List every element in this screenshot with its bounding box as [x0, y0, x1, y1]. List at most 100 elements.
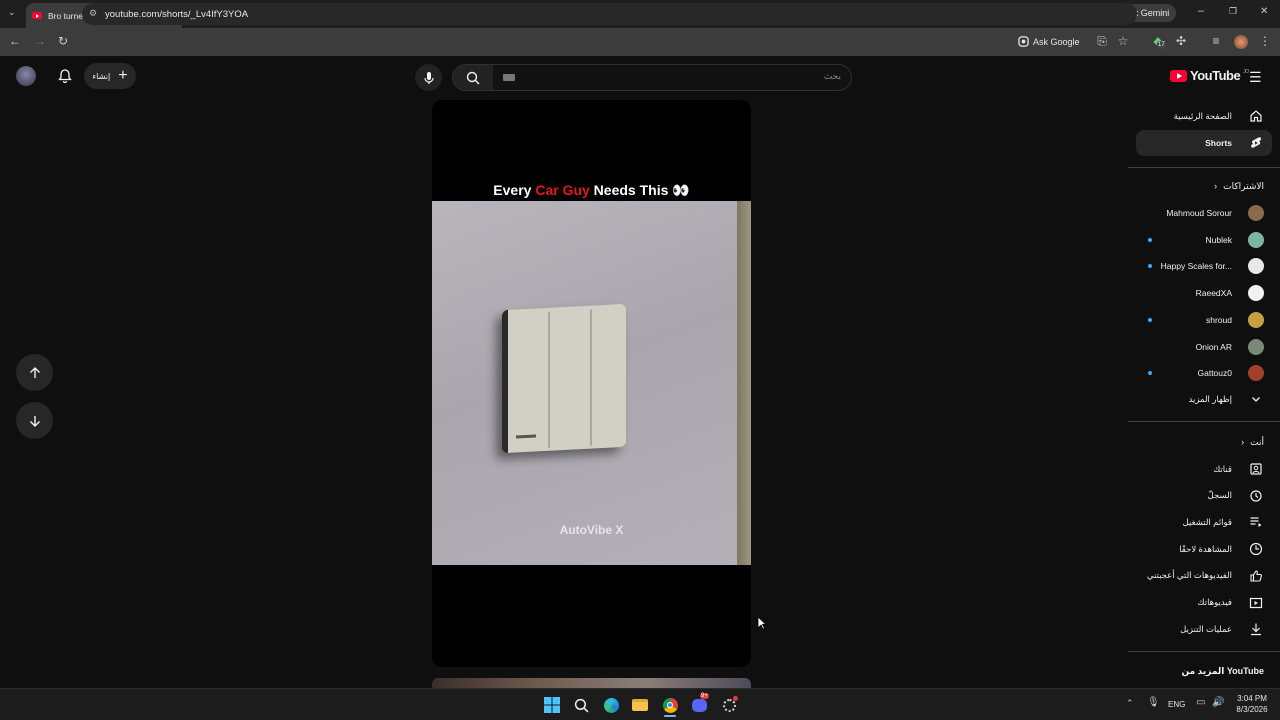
- input-language[interactable]: ENG: [1168, 700, 1185, 709]
- more-from-youtube-header: المزيد من YouTube: [1128, 661, 1280, 681]
- search-icon: [466, 71, 480, 84]
- network-icon[interactable]: ▭: [1196, 697, 1205, 708]
- clock-time: 3:04 PM: [1237, 694, 1267, 703]
- sidebar-subscription-item[interactable]: shroud: [1128, 307, 1280, 333]
- sidebar-item-your-videos[interactable]: فيديوهاتك: [1128, 590, 1280, 616]
- file-explorer-icon[interactable]: [631, 696, 649, 714]
- reading-list-icon[interactable]: ≡: [1208, 33, 1224, 49]
- notifications-bell-icon[interactable]: [57, 68, 73, 89]
- sidebar-subscription-item[interactable]: Mahmoud Sorour: [1128, 200, 1280, 226]
- sidebar-subscription-item[interactable]: RaeedXA: [1128, 280, 1280, 306]
- more-from-youtube-label: المزيد من YouTube: [1181, 665, 1264, 676]
- volume-icon[interactable]: 🔊: [1212, 697, 1224, 708]
- sidebar-item-label: السجلّ: [1207, 490, 1232, 501]
- address-bar[interactable]: ⚙ youtube.com/shorts/_Lv4IfY3YOA: [82, 3, 1137, 25]
- home-icon: [1248, 108, 1264, 124]
- sidebar-subscription-item[interactable]: Gattouz0: [1128, 360, 1280, 386]
- sidebar-item-watch-later[interactable]: المشاهدة لاحقًا: [1128, 536, 1280, 562]
- tray-microphone-icon[interactable]: 🎙: [1147, 697, 1160, 708]
- sidebar-item-your-channel[interactable]: قناتك: [1128, 456, 1280, 482]
- you-header[interactable]: › أنت: [1128, 432, 1280, 452]
- new-content-dot: [1148, 237, 1152, 242]
- new-content-dot: [1148, 264, 1152, 269]
- plus-icon: +: [118, 67, 128, 84]
- switch-divider: [548, 311, 550, 448]
- forward-icon[interactable]: →: [32, 33, 48, 49]
- sidebar-item-playlists[interactable]: قوائم التشغيل: [1128, 509, 1280, 535]
- windows-start-icon[interactable]: [543, 696, 561, 714]
- sidebar-divider: [1128, 167, 1280, 168]
- liked-videos-icon: [1248, 568, 1264, 584]
- bookmark-star-icon[interactable]: ☆: [1115, 33, 1131, 49]
- channel-avatar: [1248, 231, 1264, 248]
- downloads-icon: [1248, 621, 1264, 637]
- show-hidden-icons-chevron-icon[interactable]: ⌃: [1126, 698, 1134, 709]
- channel-avatar: [1248, 258, 1264, 275]
- sidebar-subscription-item[interactable]: Happy Scales for...: [1128, 253, 1280, 279]
- sidebar-item-history[interactable]: السجلّ: [1128, 483, 1280, 509]
- back-icon[interactable]: ←: [7, 33, 23, 49]
- sidebar-item-shorts[interactable]: Shorts: [1136, 130, 1272, 156]
- minimize-icon[interactable]: –: [1198, 5, 1204, 17]
- extensions-puzzle-icon[interactable]: ✣: [1173, 33, 1189, 49]
- sidebar-item-label: Shorts: [1205, 138, 1232, 148]
- chrome-menu-icon[interactable]: ⋮: [1257, 33, 1273, 49]
- next-short-preview[interactable]: [432, 678, 751, 688]
- taskbar-search-icon[interactable]: [572, 696, 590, 714]
- sidebar-item-label: قوائم التشغيل: [1182, 516, 1232, 527]
- create-button[interactable]: إنشاء +: [84, 63, 136, 89]
- restore-icon[interactable]: ❐: [1229, 6, 1237, 17]
- extension-shield-icon[interactable]: ◆17: [1150, 33, 1166, 49]
- sidebar-item-liked-videos[interactable]: الفيديوهات التي أعجبتني: [1128, 563, 1280, 589]
- next-short-button[interactable]: [16, 402, 53, 439]
- youtube-logo[interactable]: YouTube JO: [1170, 68, 1249, 83]
- site-info-icon[interactable]: ⚙: [89, 8, 97, 19]
- previous-short-button[interactable]: [16, 354, 53, 391]
- caption-highlight: Car Guy: [535, 182, 590, 198]
- shorts-video-player[interactable]: Every Car Guy Needs This 👀 AutoVibe X: [432, 100, 751, 667]
- search-input[interactable]: بحث: [824, 71, 841, 82]
- arrow-down-icon: [29, 415, 40, 427]
- channel-avatar: [1248, 338, 1264, 355]
- subscription-name: Nublek: [1205, 234, 1232, 245]
- settings-gear-icon[interactable]: [720, 696, 738, 714]
- subscription-name: shroud: [1206, 314, 1232, 325]
- search-button[interactable]: [453, 65, 493, 90]
- keyboard-icon[interactable]: [503, 74, 515, 81]
- browser-toolbar: [0, 28, 1280, 56]
- new-content-dot: [1148, 317, 1152, 322]
- sidebar-item-label: عمليات التنزيل: [1180, 623, 1232, 634]
- video-frame: AutoVibe X: [432, 201, 751, 565]
- edge-browser-icon[interactable]: [602, 696, 620, 714]
- sidebar-subscription-item[interactable]: Onion AR: [1128, 334, 1280, 360]
- sidebar-item-label: قناتك: [1213, 463, 1232, 474]
- video-caption: Every Car Guy Needs This 👀: [432, 182, 751, 199]
- switch-divider: [590, 309, 592, 446]
- microphone-icon: [423, 71, 434, 84]
- youtube-play-logo-icon: [1170, 69, 1187, 82]
- profile-avatar[interactable]: [1234, 35, 1248, 49]
- extension-badge: 17: [1157, 41, 1166, 49]
- discord-icon[interactable]: 9+: [690, 693, 709, 714]
- subscriptions-header[interactable]: › الاشتراكات: [1128, 176, 1280, 196]
- guide-menu-icon[interactable]: ☰: [1249, 69, 1262, 86]
- sidebar-item-home[interactable]: الصفحة الرئيسية: [1128, 103, 1280, 129]
- close-window-icon[interactable]: ✕: [1260, 6, 1268, 17]
- reload-icon[interactable]: ↻: [55, 33, 71, 49]
- chrome-taskbar-icon[interactable]: [661, 696, 679, 714]
- sidebar-item-downloads[interactable]: عمليات التنزيل: [1128, 616, 1280, 642]
- sidebar-item-label: إظهار المزيد: [1188, 393, 1232, 404]
- your-videos-icon: [1248, 595, 1264, 611]
- account-avatar[interactable]: [16, 66, 36, 86]
- tab-search-icon[interactable]: ⌄: [8, 7, 16, 18]
- sidebar-subscription-item[interactable]: Nublek: [1128, 227, 1280, 253]
- chevron-right-icon: ›: [1241, 437, 1245, 447]
- channel-avatar: [1248, 205, 1264, 221]
- watch-later-icon: [1248, 541, 1264, 557]
- system-clock[interactable]: 3:04 PM 8/3/2026: [1230, 693, 1274, 715]
- ask-google-button[interactable]: Ask Google: [1018, 33, 1080, 50]
- sidebar-item-show-more[interactable]: إظهار المزيد: [1128, 386, 1280, 412]
- install-app-icon[interactable]: ⎘: [1094, 33, 1110, 49]
- sidebar-item-label: الصفحة الرئيسية: [1173, 110, 1232, 121]
- voice-search-button[interactable]: [415, 64, 442, 91]
